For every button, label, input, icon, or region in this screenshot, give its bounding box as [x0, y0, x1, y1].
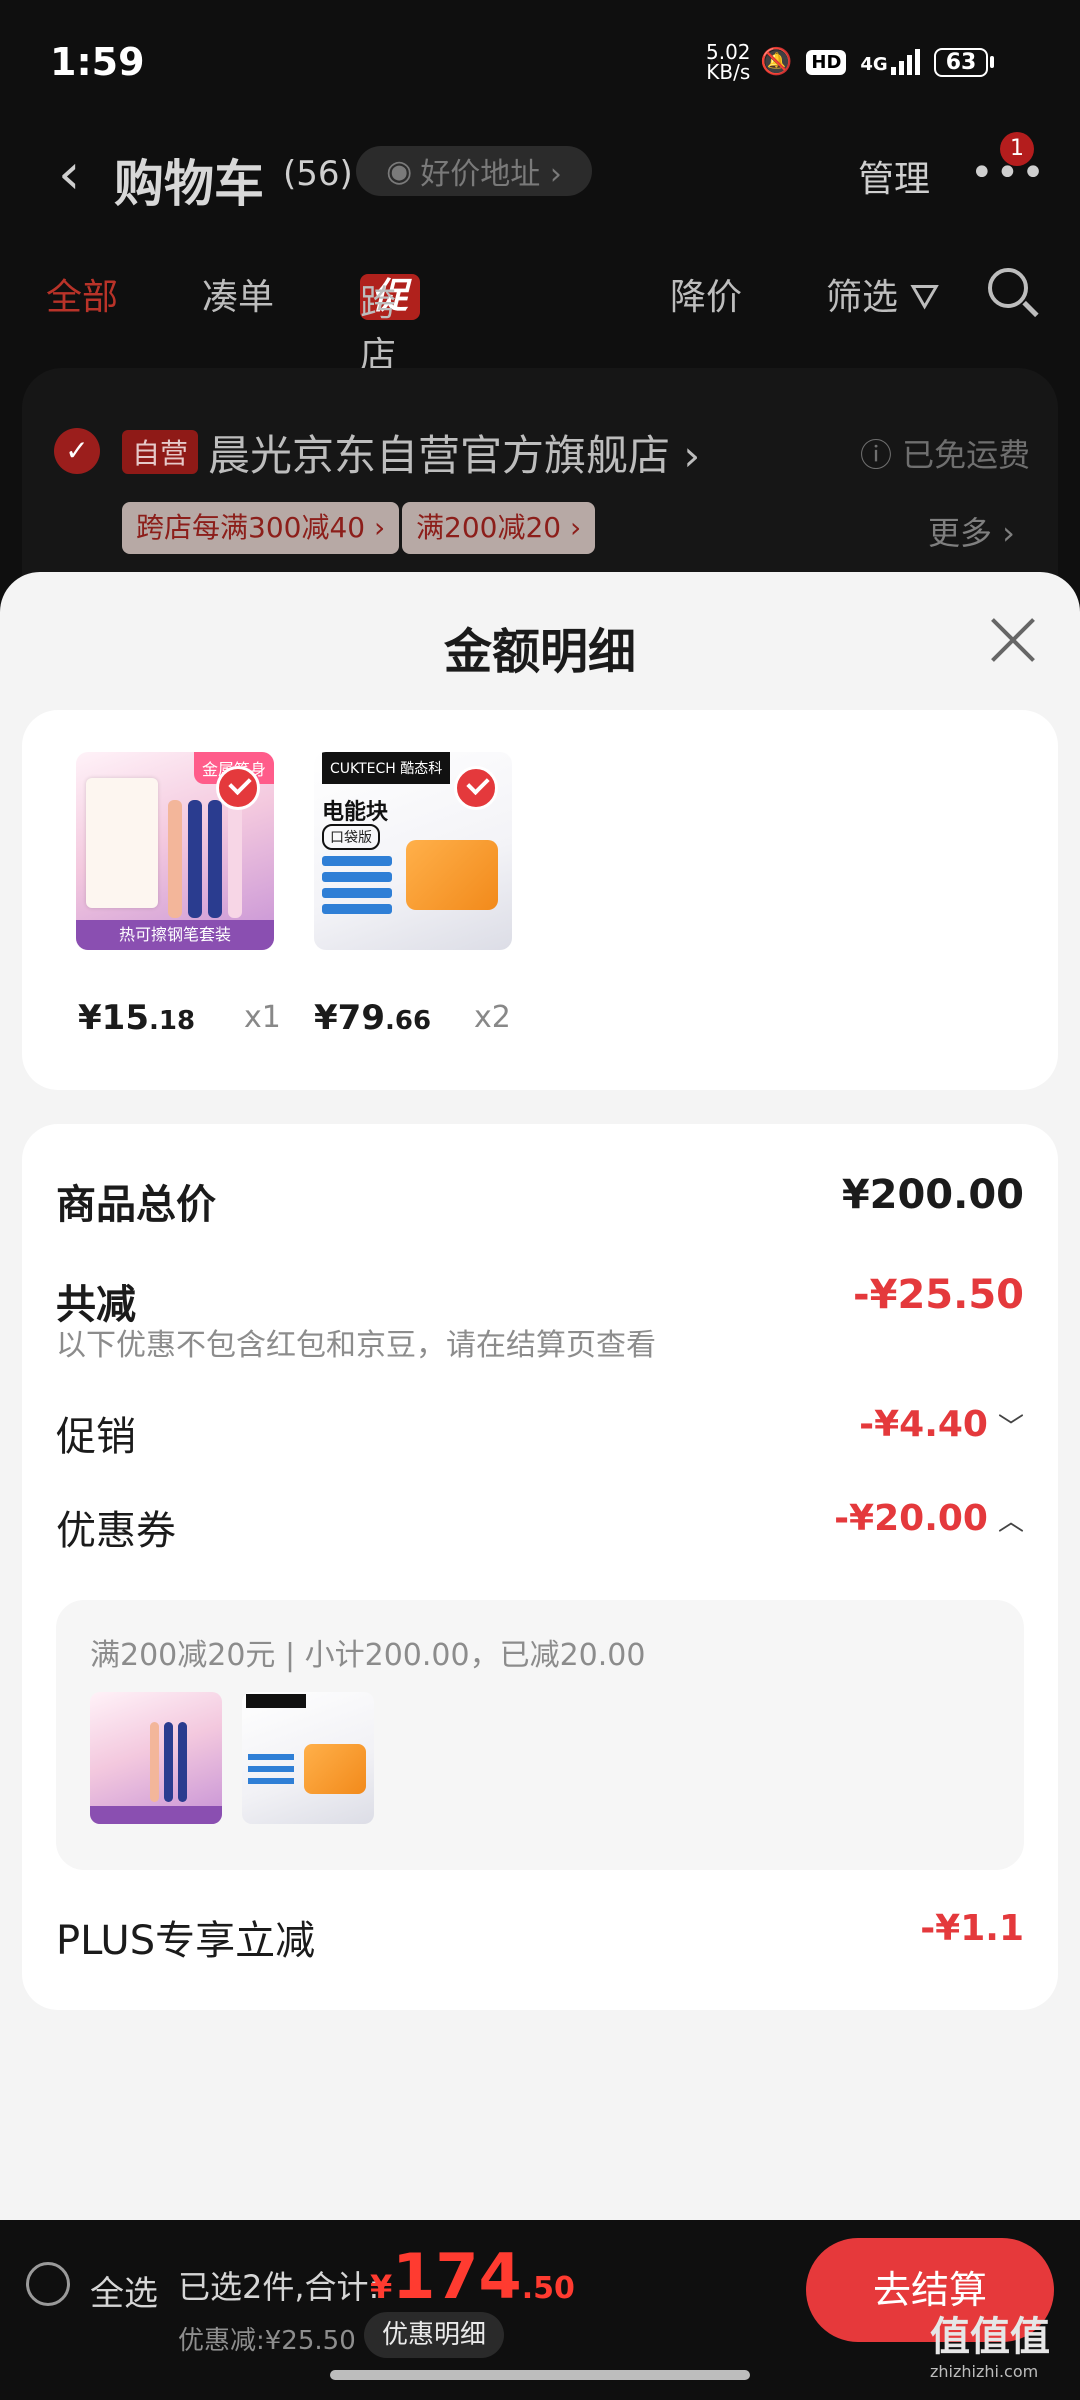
item-price: ¥15.18 — [78, 998, 196, 1038]
status-bar: 1:59 5.02 KB/s 🔕 HD 4G 63 — [0, 0, 1080, 120]
hd-icon: HD — [806, 49, 847, 75]
promotion-label: 促销 — [56, 1414, 136, 1460]
back-icon[interactable]: ‹ — [58, 142, 80, 207]
store-checkbox[interactable]: ✓ — [54, 428, 100, 474]
status-icons: 🔕 HD 4G 63 — [760, 40, 995, 84]
coupon-detail-text: 满200减20元 | 小计200.00，已减20.00 — [90, 1638, 646, 1673]
tab-filter[interactable]: 筛选 ⛛ — [826, 268, 940, 320]
cross-store-coupon[interactable]: 跨店每满300减40 › — [122, 502, 400, 554]
saved-amount: 优惠减:¥25.50 — [178, 2326, 356, 2356]
coupon-item-thumbnail — [242, 1692, 374, 1824]
tab-bundle[interactable]: 凑单 — [202, 268, 274, 320]
item-quantity: x1 — [244, 1000, 281, 1035]
discount-value: -¥25.50 — [853, 1272, 1024, 1318]
chevron-up-icon: ︿ — [997, 1507, 1024, 1537]
more-button[interactable]: 更多 › — [928, 508, 1015, 554]
discount-detail-button[interactable]: 优惠明细 — [364, 2312, 505, 2358]
filter-tabs: 全部 凑单 促跨店满减 降价 筛选 ⛛ — [0, 262, 1080, 480]
select-all-checkbox[interactable] — [26, 2262, 70, 2306]
coupon-detail-box: 满200减20元 | 小计200.00，已减20.00 — [56, 1600, 1024, 1870]
battery-icon: 63 — [933, 47, 995, 77]
product-image-pen-set[interactable]: 金属笔身 热可擦钢笔套装 — [76, 752, 274, 950]
plus-discount-value: -¥1.1 — [920, 1908, 1024, 1949]
select-all-label[interactable]: 全选 — [90, 2266, 158, 2315]
coupon-label: 优惠券 — [56, 1508, 176, 1554]
silent-bell-icon: 🔕 — [760, 47, 793, 77]
cart-count: (56) — [283, 154, 353, 194]
address-button[interactable]: ◉ 好价地址 › — [356, 146, 592, 196]
total-price-value: ¥200.00 — [841, 1172, 1024, 1218]
price-breakdown-card: 商品总价 ¥200.00 共减 -¥25.50 以下优惠不包含红包和京豆，请在结… — [22, 1124, 1058, 2010]
manage-button[interactable]: 管理 — [858, 150, 930, 202]
cart-header: ‹ 购物车 (56) ◉ 好价地址 › 管理 ••• 1 — [0, 120, 1080, 220]
home-indicator[interactable] — [330, 2370, 750, 2380]
eye-icon: ◉ — [386, 153, 413, 189]
clock: 1:59 — [50, 40, 145, 84]
plus-discount-label: PLUS专享立减 — [56, 1918, 316, 1964]
page-title: 购物车 — [114, 155, 264, 213]
promotion-row[interactable]: -¥4.40 ﹀ — [859, 1404, 1024, 1445]
total-amount: ¥174.50 — [370, 2240, 575, 2313]
self-operated-tag: 自营 — [122, 430, 199, 474]
selected-check-icon[interactable] — [454, 766, 498, 810]
selected-items-card: 金属笔身 热可擦钢笔套装 CUKTECH 酷态科 电能块 口袋版 ¥15.18 … — [22, 710, 1058, 1090]
store-coupon[interactable]: 满200减20 › — [402, 502, 596, 554]
notification-badge: 1 — [1000, 132, 1034, 166]
selected-check-icon[interactable] — [216, 766, 260, 810]
discount-note: 以下优惠不包含红包和京豆，请在结算页查看 — [56, 1328, 656, 1363]
tab-all[interactable]: 全部 — [46, 268, 118, 320]
signal-icon: 4G — [860, 49, 920, 75]
watermark: 值值值 zhizhizhi.com — [930, 2314, 1050, 2381]
selection-summary: 已选2件,合计: — [178, 2268, 380, 2306]
item-price: ¥79.66 — [314, 998, 432, 1038]
amount-detail-sheet: 金额明细 金属笔身 热可擦钢笔套装 CUKTECH 酷态科 电能块 口袋版 ¥1… — [0, 572, 1080, 2220]
search-icon[interactable] — [988, 268, 1028, 308]
close-icon[interactable] — [988, 616, 1038, 666]
product-image-power-bank[interactable]: CUKTECH 酷态科 电能块 口袋版 — [314, 752, 512, 950]
item-quantity: x2 — [474, 1000, 511, 1035]
chevron-down-icon: ﹀ — [997, 1413, 1024, 1443]
total-price-label: 商品总价 — [56, 1182, 216, 1228]
coupon-row[interactable]: -¥20.00 ︿ — [834, 1498, 1024, 1539]
tab-price-drop[interactable]: 降价 — [670, 268, 742, 320]
free-shipping-label: ⓘ 已免运费 — [860, 436, 1031, 474]
network-speed: 5.02 KB/s — [706, 40, 751, 84]
store-name[interactable]: 晨光京东自营官方旗舰店 › — [208, 422, 700, 483]
coupon-item-thumbnail — [90, 1692, 222, 1824]
checkout-bar: 全选 已选2件,合计: ¥174.50 优惠减:¥25.50 优惠明细 去结算 … — [0, 2220, 1080, 2400]
sheet-title: 金额明细 — [443, 624, 636, 680]
